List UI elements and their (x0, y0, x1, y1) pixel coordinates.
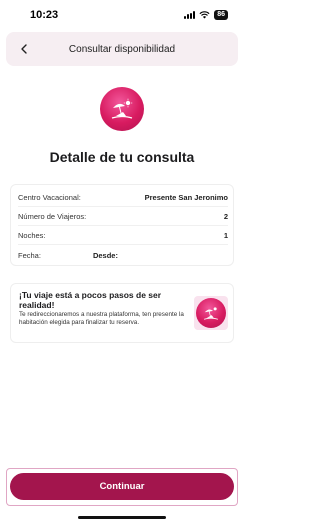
beach-umbrella-icon (196, 298, 226, 328)
centro-value: Presente San Jeronimo (144, 192, 228, 202)
viajeros-value: 2 (223, 211, 228, 221)
detail-row-viajeros: Número de Viajeros: 2 (18, 208, 228, 224)
centro-label: Centro Vacacional: (18, 192, 81, 202)
header: Consultar disponibilidad (6, 32, 238, 66)
info-image (194, 296, 228, 330)
detail-row-fecha: Fecha: Desde: (18, 247, 228, 263)
status-bar: 10:23 86 (0, 0, 244, 30)
fecha-label: Fecha: (18, 250, 41, 260)
back-button[interactable] (14, 39, 34, 59)
viajeros-label: Número de Viajeros: (18, 211, 87, 221)
divider (18, 244, 228, 245)
info-title: ¡Tu viaje está a pocos pasos de ser real… (19, 290, 162, 310)
continue-button[interactable]: Continuar (10, 473, 234, 500)
chevron-left-icon (21, 44, 27, 54)
status-icons: 86 (184, 10, 228, 20)
noches-label: Noches: (18, 230, 46, 240)
info-card: ¡Tu viaje está a pocos pasos de ser real… (10, 283, 234, 343)
status-time: 10:23 (30, 9, 59, 21)
divider (18, 206, 228, 207)
detail-row-centro: Centro Vacacional: Presente San Jeronimo (18, 189, 228, 205)
details-card: Centro Vacacional: Presente San Jeronimo… (10, 184, 234, 266)
detail-row-noches: Noches: 1 (18, 227, 228, 243)
divider (18, 225, 228, 226)
fecha-desde: Desde: (92, 250, 118, 260)
page-title: Detalle de tu consulta (49, 149, 195, 165)
wifi-icon (199, 11, 210, 19)
beach-umbrella-icon (100, 87, 144, 131)
home-indicator (78, 516, 166, 519)
battery-icon: 86 (214, 10, 228, 20)
header-title: Consultar disponibilidad (68, 43, 176, 55)
noches-value: 1 (223, 230, 228, 240)
signal-icon (184, 11, 196, 19)
info-text: Te redireccionaremos a nuestra plataform… (19, 311, 184, 326)
